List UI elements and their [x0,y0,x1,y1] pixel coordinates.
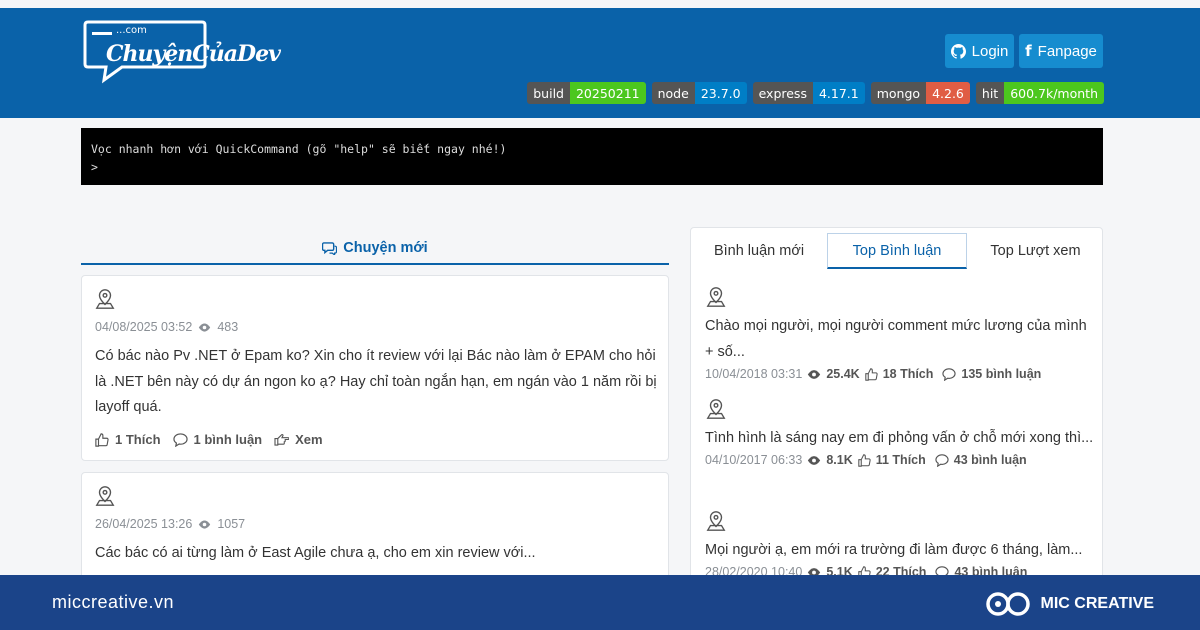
fanpage-label: Fanpage [1037,42,1097,60]
badge-node: node 23.7.0 [651,82,747,104]
item-views: 8.1K [826,453,853,467]
comment-icon [942,367,957,381]
item-text[interactable]: Tình hình là sáng nay em đi phỏng vấn ở … [705,425,1095,451]
item-comments: 43 bình luận [953,453,1027,467]
thumbs-up-icon [864,367,878,381]
item-date: 04/10/2017 06:33 [705,453,803,467]
badge-mongo: mongo 4.2.6 [870,82,970,104]
fanpage-button[interactable]: f Fanpage [1019,34,1103,68]
status-badges: build 20250211 node 23.7.0 express 4.17.1 m… [527,82,1104,104]
item-text[interactable]: Mọi người ạ, em mới ra trường đi làm đượ… [705,537,1095,563]
view-link[interactable]: Xem [295,432,322,447]
site-header: ...com ChuyệnCủaDev Login f Fanpage buil… [0,8,1200,118]
comment-count[interactable]: 1 bình luận [194,432,263,447]
post-meta: 04/08/2025 03:52 483 [95,320,238,334]
item-comments: 135 bình luận [961,367,1042,381]
list-item[interactable]: Mọi người ạ, em mới ra trường đi làm đượ… [705,510,1095,579]
footer-brand: MIC CREATIVE [985,589,1154,619]
item-views: 25.4K [826,367,860,381]
top-tabs: Bình luận mới Top Bình luận Top Lượt xem [691,228,1102,273]
item-date: 10/04/2018 03:31 [705,367,803,381]
tab-top-comments[interactable]: Top Bình luận [827,233,967,269]
hand-point-right-icon[interactable] [274,433,290,446]
eye-icon [199,519,211,529]
facebook-icon: f [1025,42,1032,60]
list-item[interactable]: Tình hình là sáng nay em đi phỏng vấn ở … [705,398,1095,467]
user-location-icon [95,289,115,309]
comment-icon [935,453,949,467]
post-meta: 26/04/2025 13:26 1057 [95,517,245,531]
item-meta: 04/10/2017 06:33 8.1K 11 Thích 43 bình l… [705,453,1095,467]
github-icon [950,43,966,59]
post-views: 483 [217,320,239,334]
post-date: 04/08/2025 03:52 [95,320,193,334]
footer-banner: miccreative.vn MIC CREATIVE [0,575,1200,630]
quickcommand-terminal[interactable]: Vọc nhanh hơn với QuickCommand (gõ "help… [81,128,1103,185]
top-panel: Bình luận mới Top Bình luận Top Lượt xem… [690,227,1103,587]
post-date: 26/04/2025 13:26 [95,517,193,531]
top-strip [0,0,1200,8]
item-meta: 10/04/2018 03:31 25.4K 18 Thích 135 bình… [705,367,1095,381]
item-likes: 11 Thích [875,453,926,467]
eye-icon [808,369,821,379]
badge-hit: hit 600.7k/month [975,82,1104,104]
site-logo[interactable]: ...com ChuyệnCủaDev [82,20,282,86]
logo-small-text: ...com [116,25,147,36]
logo-text: ChuyệnCủaDev [106,41,281,67]
thumbs-up-icon [858,453,871,467]
post-views: 1057 [217,517,246,531]
user-location-icon [95,486,115,506]
tab-new-comments[interactable]: Bình luận mới [691,233,827,269]
mic-creative-logo-icon [985,592,1030,616]
post-card[interactable]: 04/08/2025 03:52 483 Có bác nào Pv .NET … [81,275,669,461]
tab-new-posts-label: Chuyện mới [343,240,428,256]
post-text[interactable]: Các bác có ai từng làm ở East Agile chưa… [95,541,661,567]
tab-new-posts[interactable]: Chuyện mới [81,233,669,265]
badge-express: express 4.17.1 [752,82,865,104]
comments-icon [322,241,338,255]
login-button[interactable]: Login [945,34,1014,68]
item-text[interactable]: Chào mọi người, mọi người comment mức lư… [705,313,1095,365]
list-item[interactable]: Chào mọi người, mọi người comment mức lư… [705,286,1095,381]
user-location-icon [706,287,726,307]
comment-icon[interactable] [172,432,188,447]
terminal-prompt[interactable]: > [91,158,1093,176]
thumbs-up-icon[interactable] [95,432,109,447]
eye-icon [199,322,211,332]
badge-build: build 20250211 [527,82,646,104]
like-count[interactable]: 1 Thích [115,432,161,447]
item-likes: 18 Thích [882,367,934,381]
login-label: Login [971,42,1009,60]
eye-icon [808,455,821,465]
user-location-icon [706,511,726,531]
tab-top-views[interactable]: Top Lượt xem [967,233,1102,269]
user-location-icon [706,399,726,419]
footer-brand-label: MIC CREATIVE [1040,595,1154,612]
post-text[interactable]: Có bác nào Pv .NET ở Epam ko? Xin cho ít… [95,344,661,421]
footer-site: miccreative.vn [52,592,175,612]
terminal-hint: Vọc nhanh hơn với QuickCommand (gõ "help… [91,142,507,156]
post-actions: 1 Thích 1 bình luận Xem [95,432,323,447]
